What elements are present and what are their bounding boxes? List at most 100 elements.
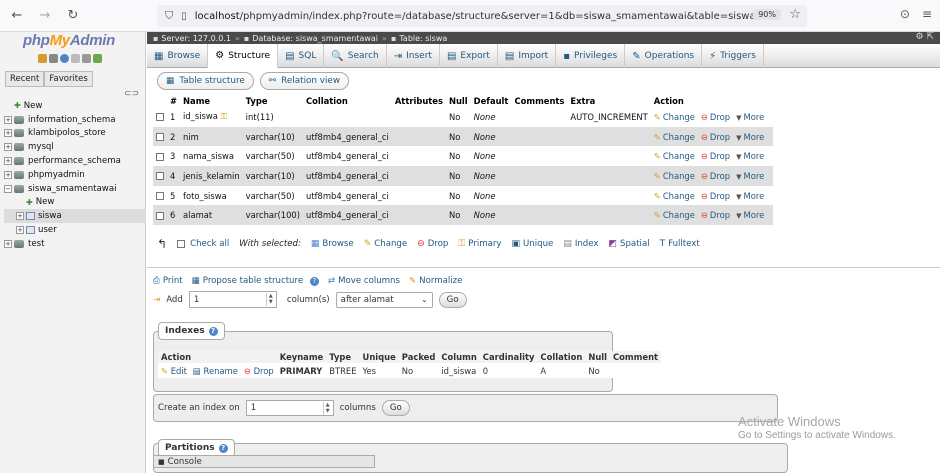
column-name[interactable]: nama_siswa <box>180 146 243 167</box>
recent-tab[interactable]: Recent <box>5 71 45 87</box>
column-name[interactable]: id_siswa ⚿ <box>180 107 243 127</box>
bookmark-star-icon[interactable]: ☆ <box>789 7 801 22</box>
tab-export[interactable]: ▤ Export <box>440 44 498 68</box>
tree-item-klambipolos-store[interactable]: + klambipolos_store <box>4 127 146 141</box>
drop-button[interactable]: ⊖ Drop <box>701 210 730 220</box>
help-icon[interactable]: ? <box>208 326 218 336</box>
tab-triggers[interactable]: ⚡ Triggers <box>702 44 764 68</box>
column-name[interactable]: alamat <box>180 205 243 226</box>
bulk-browse-button[interactable]: ▦ Browse <box>311 239 354 249</box>
create-index-go-button[interactable]: Go <box>381 400 410 416</box>
drop-button[interactable]: ⊖ Drop <box>701 151 730 161</box>
breadcrumb-table[interactable]: Table: siswa <box>399 34 447 43</box>
column-name[interactable]: foto_siswa <box>180 185 243 206</box>
more-button[interactable]: ▼ More <box>736 210 764 220</box>
change-button[interactable]: ✎ Change <box>654 191 695 201</box>
bulk-unique-button[interactable]: ▣ Unique <box>511 239 553 249</box>
more-button[interactable]: ▼ More <box>736 191 764 201</box>
settings-icon[interactable] <box>82 54 91 63</box>
row-checkbox[interactable] <box>156 152 164 161</box>
tab-operations[interactable]: ✎ Operations <box>625 44 703 68</box>
drop-button[interactable]: ⊖ Drop <box>701 171 730 181</box>
drop-button[interactable]: ⊖ Drop <box>701 191 730 201</box>
more-button[interactable]: ▼ More <box>736 151 764 161</box>
menu-icon[interactable]: ≡ <box>922 7 932 21</box>
tree-item-phpmyadmin[interactable]: + phpmyadmin <box>4 168 146 182</box>
help-icon[interactable]: ? <box>218 443 228 453</box>
change-button[interactable]: ✎ Change <box>654 151 695 161</box>
home-icon[interactable] <box>38 54 47 63</box>
settings-gear-icon[interactable]: ⚙ <box>916 32 924 42</box>
print-link[interactable]: ⎙ Print <box>153 276 183 286</box>
logout-icon[interactable] <box>49 54 58 63</box>
tab-search[interactable]: 🔍 Search <box>324 44 387 68</box>
tree-item-New[interactable]: +✚New <box>4 99 146 113</box>
column-name[interactable]: jenis_kelamin <box>180 166 243 186</box>
tab-import[interactable]: ▤ Import <box>498 44 557 68</box>
tree-item-user[interactable]: + user <box>4 223 146 237</box>
console-bar[interactable]: ■ Console <box>153 455 375 468</box>
bulk-primary-button[interactable]: ⚿ Primary <box>458 239 501 249</box>
bulk-change-button[interactable]: ✎ Change <box>364 239 407 249</box>
row-checkbox[interactable] <box>156 113 164 122</box>
tab-browse[interactable]: ▦ Browse <box>147 44 209 68</box>
tree-item-siswa[interactable]: + siswa <box>4 209 146 224</box>
breadcrumb-server[interactable]: Server: 127.0.0.1 <box>161 34 231 43</box>
help-icon[interactable]: ? <box>309 277 319 286</box>
collapse-icon[interactable]: ⇱ <box>926 32 934 42</box>
pocket-icon[interactable]: ⊙ <box>900 7 910 21</box>
page-icon[interactable]: ▯ <box>181 11 187 22</box>
tab-structure[interactable]: ⚙ Structure <box>208 44 279 68</box>
tab-sql[interactable]: ▤ SQL <box>278 44 325 68</box>
expand-icon[interactable]: + <box>4 143 12 152</box>
link-chain-icon[interactable]: ⊂⊃ <box>124 89 139 99</box>
move-columns-link[interactable]: ⇄ Move columns <box>328 276 400 286</box>
drop-button[interactable]: ⊖ Drop <box>701 112 730 122</box>
breadcrumb-database[interactable]: Database: siswa_smamentawai <box>252 34 378 43</box>
url-text[interactable]: localhost/phpmyadmin/index.php?route=/da… <box>195 11 756 22</box>
relation-view-tab[interactable]: ⚯ Relation view <box>259 72 350 90</box>
tree-item-performance-schema[interactable]: + performance_schema <box>4 154 146 168</box>
back-arrow-icon[interactable]: ← <box>8 7 26 25</box>
tab-insert[interactable]: ⇥ Insert <box>387 44 440 68</box>
expand-icon[interactable]: + <box>4 115 12 124</box>
bulk-index-button[interactable]: ▤ Index <box>563 239 598 249</box>
change-button[interactable]: ✎ Change <box>654 112 695 122</box>
bulk-drop-button[interactable]: ⊖ Drop <box>417 239 448 249</box>
expand-icon[interactable]: − <box>4 184 12 193</box>
expand-icon[interactable]: + <box>4 157 12 166</box>
row-checkbox[interactable] <box>156 211 164 220</box>
row-checkbox[interactable] <box>156 192 164 201</box>
shield-icon[interactable]: ⛉ <box>165 9 173 23</box>
check-all-checkbox[interactable] <box>177 240 186 248</box>
add-count-input[interactable]: 1 ▲ ▼ <box>188 291 277 308</box>
change-button[interactable]: ✎ Change <box>654 132 695 142</box>
more-button[interactable]: ▼ More <box>736 171 764 181</box>
propose-structure-link[interactable]: ▦ Propose table structure ? <box>192 276 319 286</box>
index-drop-button[interactable]: ⊖ Drop <box>240 363 277 378</box>
tab-privileges[interactable]: ▪ Privileges <box>556 44 626 68</box>
favorites-tab[interactable]: Favorites <box>44 71 93 87</box>
phpmyadmin-logo[interactable]: phpMyAdmin <box>23 32 115 49</box>
change-button[interactable]: ✎ Change <box>654 210 695 220</box>
spinner-icon[interactable]: ▲ ▼ <box>265 293 275 306</box>
index-edit-button[interactable]: ✎ Edit <box>158 363 190 378</box>
tree-item-siswa-smamentawai[interactable]: − siswa_smamentawai <box>4 182 146 196</box>
normalize-link[interactable]: ✎ Normalize <box>409 276 462 286</box>
expand-icon[interactable]: + <box>4 239 12 248</box>
spinner-icon[interactable]: ▲ ▼ <box>322 402 332 415</box>
index-rename-button[interactable]: ▤ Rename <box>189 363 241 378</box>
address-bar[interactable]: ⛉ ▯ localhost/phpmyadmin/index.php?route… <box>157 5 807 27</box>
tree-item-information-schema[interactable]: + information_schema <box>4 113 146 127</box>
tree-item-mysql[interactable]: + mysql <box>4 140 146 154</box>
zoom-level-badge[interactable]: 90% <box>753 9 781 20</box>
table-structure-tab[interactable]: ▦ Table structure <box>157 72 254 90</box>
change-button[interactable]: ✎ Change <box>654 171 695 181</box>
reload-icon[interactable]: ↻ <box>64 7 82 25</box>
bulk-fulltext-button[interactable]: T Fulltext <box>660 239 700 249</box>
more-button[interactable]: ▼ More <box>736 112 764 122</box>
forward-arrow-icon[interactable]: → <box>36 7 54 25</box>
expand-icon[interactable]: + <box>16 226 24 235</box>
check-all-label[interactable]: Check all <box>190 239 229 249</box>
add-go-button[interactable]: Go <box>438 291 467 308</box>
